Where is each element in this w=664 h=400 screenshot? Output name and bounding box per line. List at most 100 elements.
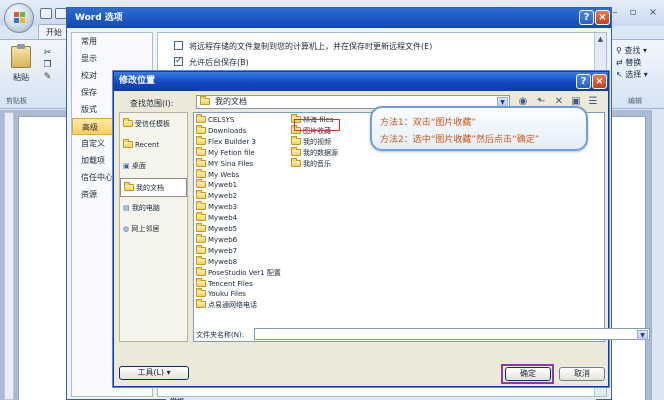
- save-icon[interactable]: [40, 8, 52, 19]
- folder-icon: [196, 135, 206, 145]
- options-title: Word 选项: [67, 8, 611, 28]
- clipboard-group-label: 剪贴板: [6, 97, 27, 105]
- callout-line-1: 方法1：双击“图片收藏”: [380, 118, 477, 128]
- folder-icon: [123, 118, 133, 127]
- file-item[interactable]: My Fetion file: [196, 146, 255, 158]
- place-my-documents[interactable]: 我的文档: [120, 178, 187, 197]
- checkbox-background-save[interactable]: [174, 55, 183, 67]
- file-item[interactable]: 我的音乐: [291, 157, 331, 169]
- replace-button[interactable]: ⇄ 替换: [616, 58, 641, 68]
- folder-icon: [291, 146, 301, 156]
- file-item[interactable]: Myweb7: [196, 244, 237, 256]
- copy-icon[interactable]: ❐: [42, 60, 53, 70]
- tools-button[interactable]: 工具(L) ▾: [119, 366, 189, 380]
- file-item[interactable]: Flex Builder 3: [196, 135, 256, 147]
- file-item[interactable]: Myweb3: [196, 201, 237, 212]
- office-logo-icon: [14, 12, 25, 23]
- file-item[interactable]: Myweb4: [196, 212, 237, 223]
- folder-name-input[interactable]: ▼: [254, 328, 650, 340]
- file-item[interactable]: Myweb2: [196, 190, 237, 201]
- place-desktop[interactable]: ▣ 桌面: [120, 157, 187, 176]
- file-item[interactable]: CELSYS: [196, 114, 234, 125]
- file-item[interactable]: 我的视频: [291, 135, 331, 147]
- recent-folder-icon: [123, 139, 133, 148]
- dialog-close-icon[interactable]: ×: [592, 74, 607, 89]
- folder-icon: [200, 96, 210, 105]
- format-painter-icon[interactable]: ✎: [42, 72, 53, 82]
- place-recent[interactable]: Recent: [120, 136, 187, 155]
- vertical-ruler: [4, 112, 14, 400]
- dialog-help-icon[interactable]: ?: [576, 74, 591, 89]
- paste-label: 粘贴: [13, 73, 29, 82]
- select-arrow-icon: ↖: [616, 70, 623, 79]
- file-item[interactable]: 我的数据源: [291, 146, 338, 158]
- folder-icon: [196, 114, 206, 123]
- edit-group-label: 编辑: [628, 97, 642, 105]
- desktop-icon: ▣: [123, 162, 130, 170]
- folder-icon: [196, 124, 206, 134]
- file-item[interactable]: Myweb1: [196, 179, 237, 190]
- folder-icon: [196, 277, 206, 287]
- file-item[interactable]: My Webs: [196, 168, 239, 180]
- options-close-icon[interactable]: ×: [595, 10, 610, 25]
- modify-location-title: 修改位置: [114, 72, 608, 91]
- option-background-save[interactable]: 允许后台保存(B): [174, 55, 249, 69]
- file-item[interactable]: Myweb6: [196, 233, 237, 245]
- callout-line-2: 方法2：选中“图片收藏”然后点击“确定”: [380, 135, 540, 145]
- look-in-label: 查找范围(I):: [130, 99, 174, 108]
- file-item[interactable]: 点易通网络电话: [196, 299, 257, 310]
- file-item[interactable]: MY Sina Files: [196, 157, 253, 169]
- cancel-button[interactable]: 取消: [559, 367, 605, 381]
- file-item[interactable]: PoseStudio Ver1 配置: [196, 266, 281, 278]
- folder-name-label: 文件夹名称(N):: [196, 331, 245, 339]
- binoculars-icon: ⚲: [616, 46, 622, 55]
- file-item[interactable]: Tencent Files: [196, 277, 253, 289]
- cut-icon[interactable]: ✂: [42, 48, 53, 58]
- computer-icon: ▤: [123, 204, 130, 212]
- instruction-callout: 方法1：双击“图片收藏” 方法2：选中“图片收藏”然后点击“确定”: [370, 106, 588, 151]
- checkbox-copy-remote[interactable]: [174, 41, 183, 50]
- chevron-down-icon[interactable]: ▼: [637, 330, 648, 340]
- folder-icon: [196, 288, 206, 298]
- places-bar: 受信任模板 Recent ▣ 桌面 我的文档 ▤ 我的电脑 ◍ 网上邻居: [119, 112, 188, 342]
- folder-icon: [196, 201, 206, 211]
- network-icon: ◍: [123, 225, 130, 233]
- folder-icon: [196, 146, 206, 156]
- folder-icon: [291, 157, 301, 167]
- paste-button[interactable]: 粘贴: [8, 44, 34, 86]
- folder-icon: [196, 255, 206, 265]
- folder-icon: [196, 233, 206, 243]
- option-copy-remote[interactable]: 将远程存储的文件复制到您的计算机上，并在保存时更新远程文件(E): [174, 41, 432, 53]
- my-documents-icon: [124, 182, 134, 191]
- file-item[interactable]: Downloads: [196, 124, 246, 136]
- file-item[interactable]: Myweb5: [196, 223, 237, 234]
- nav-item-common[interactable]: 常用: [72, 33, 152, 50]
- replace-icon: ⇄: [616, 58, 623, 67]
- clipboard-icon: [11, 44, 31, 68]
- office-button[interactable]: [4, 3, 34, 33]
- find-button[interactable]: ⚲ 查找 ▾: [616, 46, 647, 56]
- document-scrollbar[interactable]: [651, 110, 664, 400]
- close-icon[interactable]: ×: [646, 8, 660, 18]
- folder-icon: [196, 212, 206, 222]
- folder-icon: [196, 223, 206, 232]
- select-button[interactable]: ↖ 选择 ▾: [616, 70, 648, 80]
- folder-icon: [196, 190, 206, 200]
- folder-icon: [196, 168, 206, 178]
- pictures-highlight-box: [294, 119, 340, 131]
- folder-icon: [291, 135, 301, 145]
- restore-icon[interactable]: ▫: [626, 8, 640, 18]
- place-network[interactable]: ◍ 网上邻居: [120, 220, 187, 239]
- nav-item-display[interactable]: 显示: [72, 50, 152, 67]
- folder-icon: [196, 179, 206, 189]
- folder-icon: [196, 244, 206, 254]
- file-item[interactable]: Myweb8: [196, 255, 237, 267]
- scroll-up-icon[interactable]: ▲: [595, 33, 606, 45]
- place-trusted-templates[interactable]: 受信任模板: [120, 115, 187, 134]
- place-my-computer[interactable]: ▤ 我的电脑: [120, 199, 187, 218]
- ok-highlight-frame: [501, 364, 554, 384]
- options-help-icon[interactable]: ?: [579, 10, 594, 25]
- views-icon[interactable]: ☰: [586, 95, 600, 109]
- folder-icon: [196, 266, 206, 276]
- file-item[interactable]: Youku Files: [196, 288, 246, 299]
